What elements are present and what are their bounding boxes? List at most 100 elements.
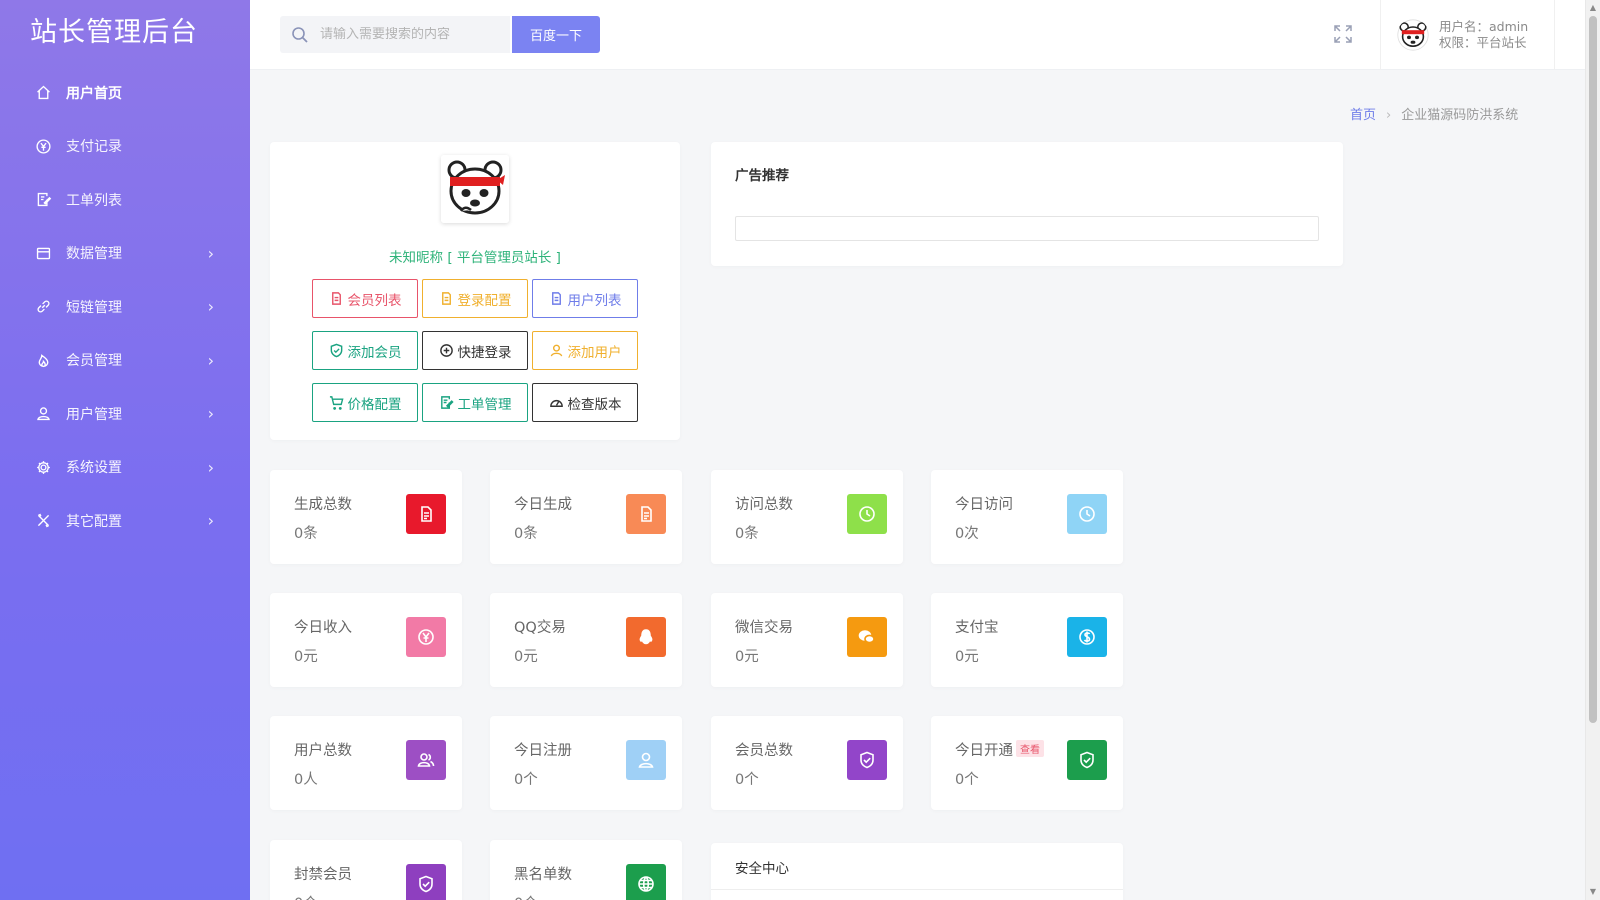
- doc-icon: [331, 292, 341, 305]
- breadcrumb-home-link[interactable]: 首页: [1350, 108, 1376, 123]
- document-icon: [626, 494, 666, 534]
- stat-value: 0个: [514, 772, 538, 788]
- stat-label-text: 今日注册: [514, 743, 572, 759]
- profile-avatar: [441, 155, 509, 223]
- fullscreen-icon[interactable]: [1333, 24, 1353, 44]
- stat-value: 0元: [735, 649, 759, 665]
- stat-value: 0元: [514, 649, 538, 665]
- stat-value: 0个: [514, 892, 538, 900]
- stat-label: 生成总数: [294, 493, 352, 514]
- login-config-button[interactable]: 登录配置: [422, 279, 528, 318]
- sidebar-item-tickets[interactable]: 工单列表: [0, 173, 250, 227]
- link-icon: [34, 298, 52, 316]
- sidebar-item-other[interactable]: 其它配置 ›: [0, 494, 250, 548]
- doc-icon: [441, 292, 451, 305]
- sidebar-item-label: 其它配置: [66, 513, 122, 530]
- sidebar-item-users[interactable]: 用户管理 ›: [0, 387, 250, 441]
- user-menu[interactable]: 用户名：admin 权限：平台站长: [1380, 0, 1555, 70]
- stat-label-text: 用户总数: [294, 743, 352, 759]
- security-center-card: 安全中心: [711, 843, 1123, 900]
- stat-label-text: 今日访问: [955, 497, 1013, 513]
- shield-check-icon: [406, 864, 446, 900]
- member-list-button[interactable]: 会员列表: [312, 279, 418, 318]
- user-list-button[interactable]: 用户列表: [532, 279, 638, 318]
- gear-icon: [34, 458, 52, 476]
- add-user-button[interactable]: 添加用户: [532, 331, 638, 370]
- button-label: 检查版本: [567, 396, 622, 413]
- plus-circle-icon: [439, 344, 453, 357]
- button-label: 价格配置: [347, 396, 402, 413]
- stat-card: 今日注册 0个: [490, 716, 682, 810]
- app-title: 站长管理后台: [30, 17, 198, 48]
- button-label: 添加会员: [347, 344, 402, 361]
- stat-card: 生成总数 0条: [270, 470, 462, 564]
- stat-value: 0元: [955, 649, 979, 665]
- username-text: 用户名：admin: [1439, 19, 1529, 34]
- quick-login-button[interactable]: 快捷登录: [422, 331, 528, 370]
- sidebar-item-data[interactable]: 数据管理 ›: [0, 227, 250, 281]
- sidebar-item-settings[interactable]: 系统设置 ›: [0, 441, 250, 495]
- stat-value: 0条: [294, 526, 318, 542]
- stat-card: 今日开通 查看 0个: [931, 716, 1123, 810]
- chevron-right-icon: ›: [207, 404, 214, 424]
- ticket-manage-button[interactable]: 工单管理: [422, 383, 528, 422]
- chevron-right-icon: ›: [207, 243, 214, 263]
- ad-card: 广告推荐: [711, 142, 1343, 266]
- ticket-edit-icon: [34, 191, 52, 209]
- gauge-icon: [549, 400, 563, 407]
- sidebar-item-label: 支付记录: [66, 139, 122, 156]
- dollar-circle-icon: [1067, 617, 1107, 657]
- sidebar-item-label: 用户管理: [66, 406, 122, 423]
- sidebar-item-shortlinks[interactable]: 短链管理 ›: [0, 280, 250, 334]
- button-label: 工单管理: [457, 396, 512, 413]
- stat-label-text: 黑名单数: [514, 867, 572, 883]
- stat-label: 微信交易: [735, 616, 793, 637]
- page-scrollbar[interactable]: ▲ ▼: [1585, 0, 1600, 900]
- stat-label-text: 会员总数: [735, 743, 793, 759]
- profile-card: 未知昵称 [ 平台管理员站长 ] 会员列表 登录配置 用户列表 添加会员 快捷登…: [270, 142, 680, 440]
- stat-value: 0人: [294, 772, 318, 788]
- breadcrumb-separator: ›: [1386, 108, 1392, 123]
- sidebar-item-label: 数据管理: [66, 246, 122, 263]
- ad-slot[interactable]: [735, 216, 1319, 241]
- sidebar-item-members[interactable]: 会员管理 ›: [0, 334, 250, 388]
- scroll-up-arrow[interactable]: ▲: [1589, 3, 1597, 13]
- ad-title: 广告推荐: [735, 168, 789, 184]
- breadcrumb: 首页 › 企业猫源码防洪系统: [1350, 104, 1518, 123]
- check-version-button[interactable]: 检查版本: [532, 383, 638, 422]
- scroll-down-arrow[interactable]: ▼: [1589, 887, 1597, 897]
- view-tag[interactable]: 查看: [1016, 740, 1044, 757]
- stat-card: QQ交易 0元: [490, 593, 682, 687]
- sidebar-item-payments[interactable]: 支付记录: [0, 120, 250, 174]
- price-config-button[interactable]: 价格配置: [312, 383, 418, 422]
- search-button[interactable]: 百度一下: [512, 16, 600, 53]
- stat-label-text: 支付宝: [955, 620, 999, 636]
- stat-value: 0条: [514, 526, 538, 542]
- stat-label-text: 封禁会员: [294, 867, 352, 883]
- stat-label: 用户总数: [294, 739, 352, 760]
- stat-card: 访问总数 0条: [711, 470, 903, 564]
- stat-label-text: 访问总数: [735, 497, 793, 513]
- stat-card: 今日访问 0次: [931, 470, 1123, 564]
- fire-icon: [34, 351, 52, 369]
- add-member-button[interactable]: 添加会员: [312, 331, 418, 370]
- users-icon: [406, 740, 446, 780]
- search-input[interactable]: [320, 27, 500, 42]
- sidebar-item-label: 短链管理: [66, 299, 122, 316]
- chevron-right-icon: ›: [207, 457, 214, 477]
- stat-card: 今日收入 0元: [270, 593, 462, 687]
- scroll-thumb[interactable]: [1589, 16, 1597, 723]
- sidebar-item-label: 工单列表: [66, 192, 122, 209]
- button-label: 会员列表: [347, 292, 402, 309]
- sidebar-item-home[interactable]: 用户首页: [0, 66, 250, 120]
- user-icon: [34, 405, 52, 423]
- stat-label-text: 今日开通: [955, 743, 1013, 759]
- stat-label: 封禁会员: [294, 863, 352, 884]
- chevron-right-icon: ›: [207, 511, 214, 531]
- stat-label: 今日生成: [514, 493, 572, 514]
- stat-label: 今日收入: [294, 616, 352, 637]
- database-icon: [34, 244, 52, 262]
- user-icon: [550, 344, 562, 357]
- doc-icon: [551, 292, 561, 305]
- profile-nickname: 未知昵称 [ 平台管理员站长 ]: [389, 250, 561, 266]
